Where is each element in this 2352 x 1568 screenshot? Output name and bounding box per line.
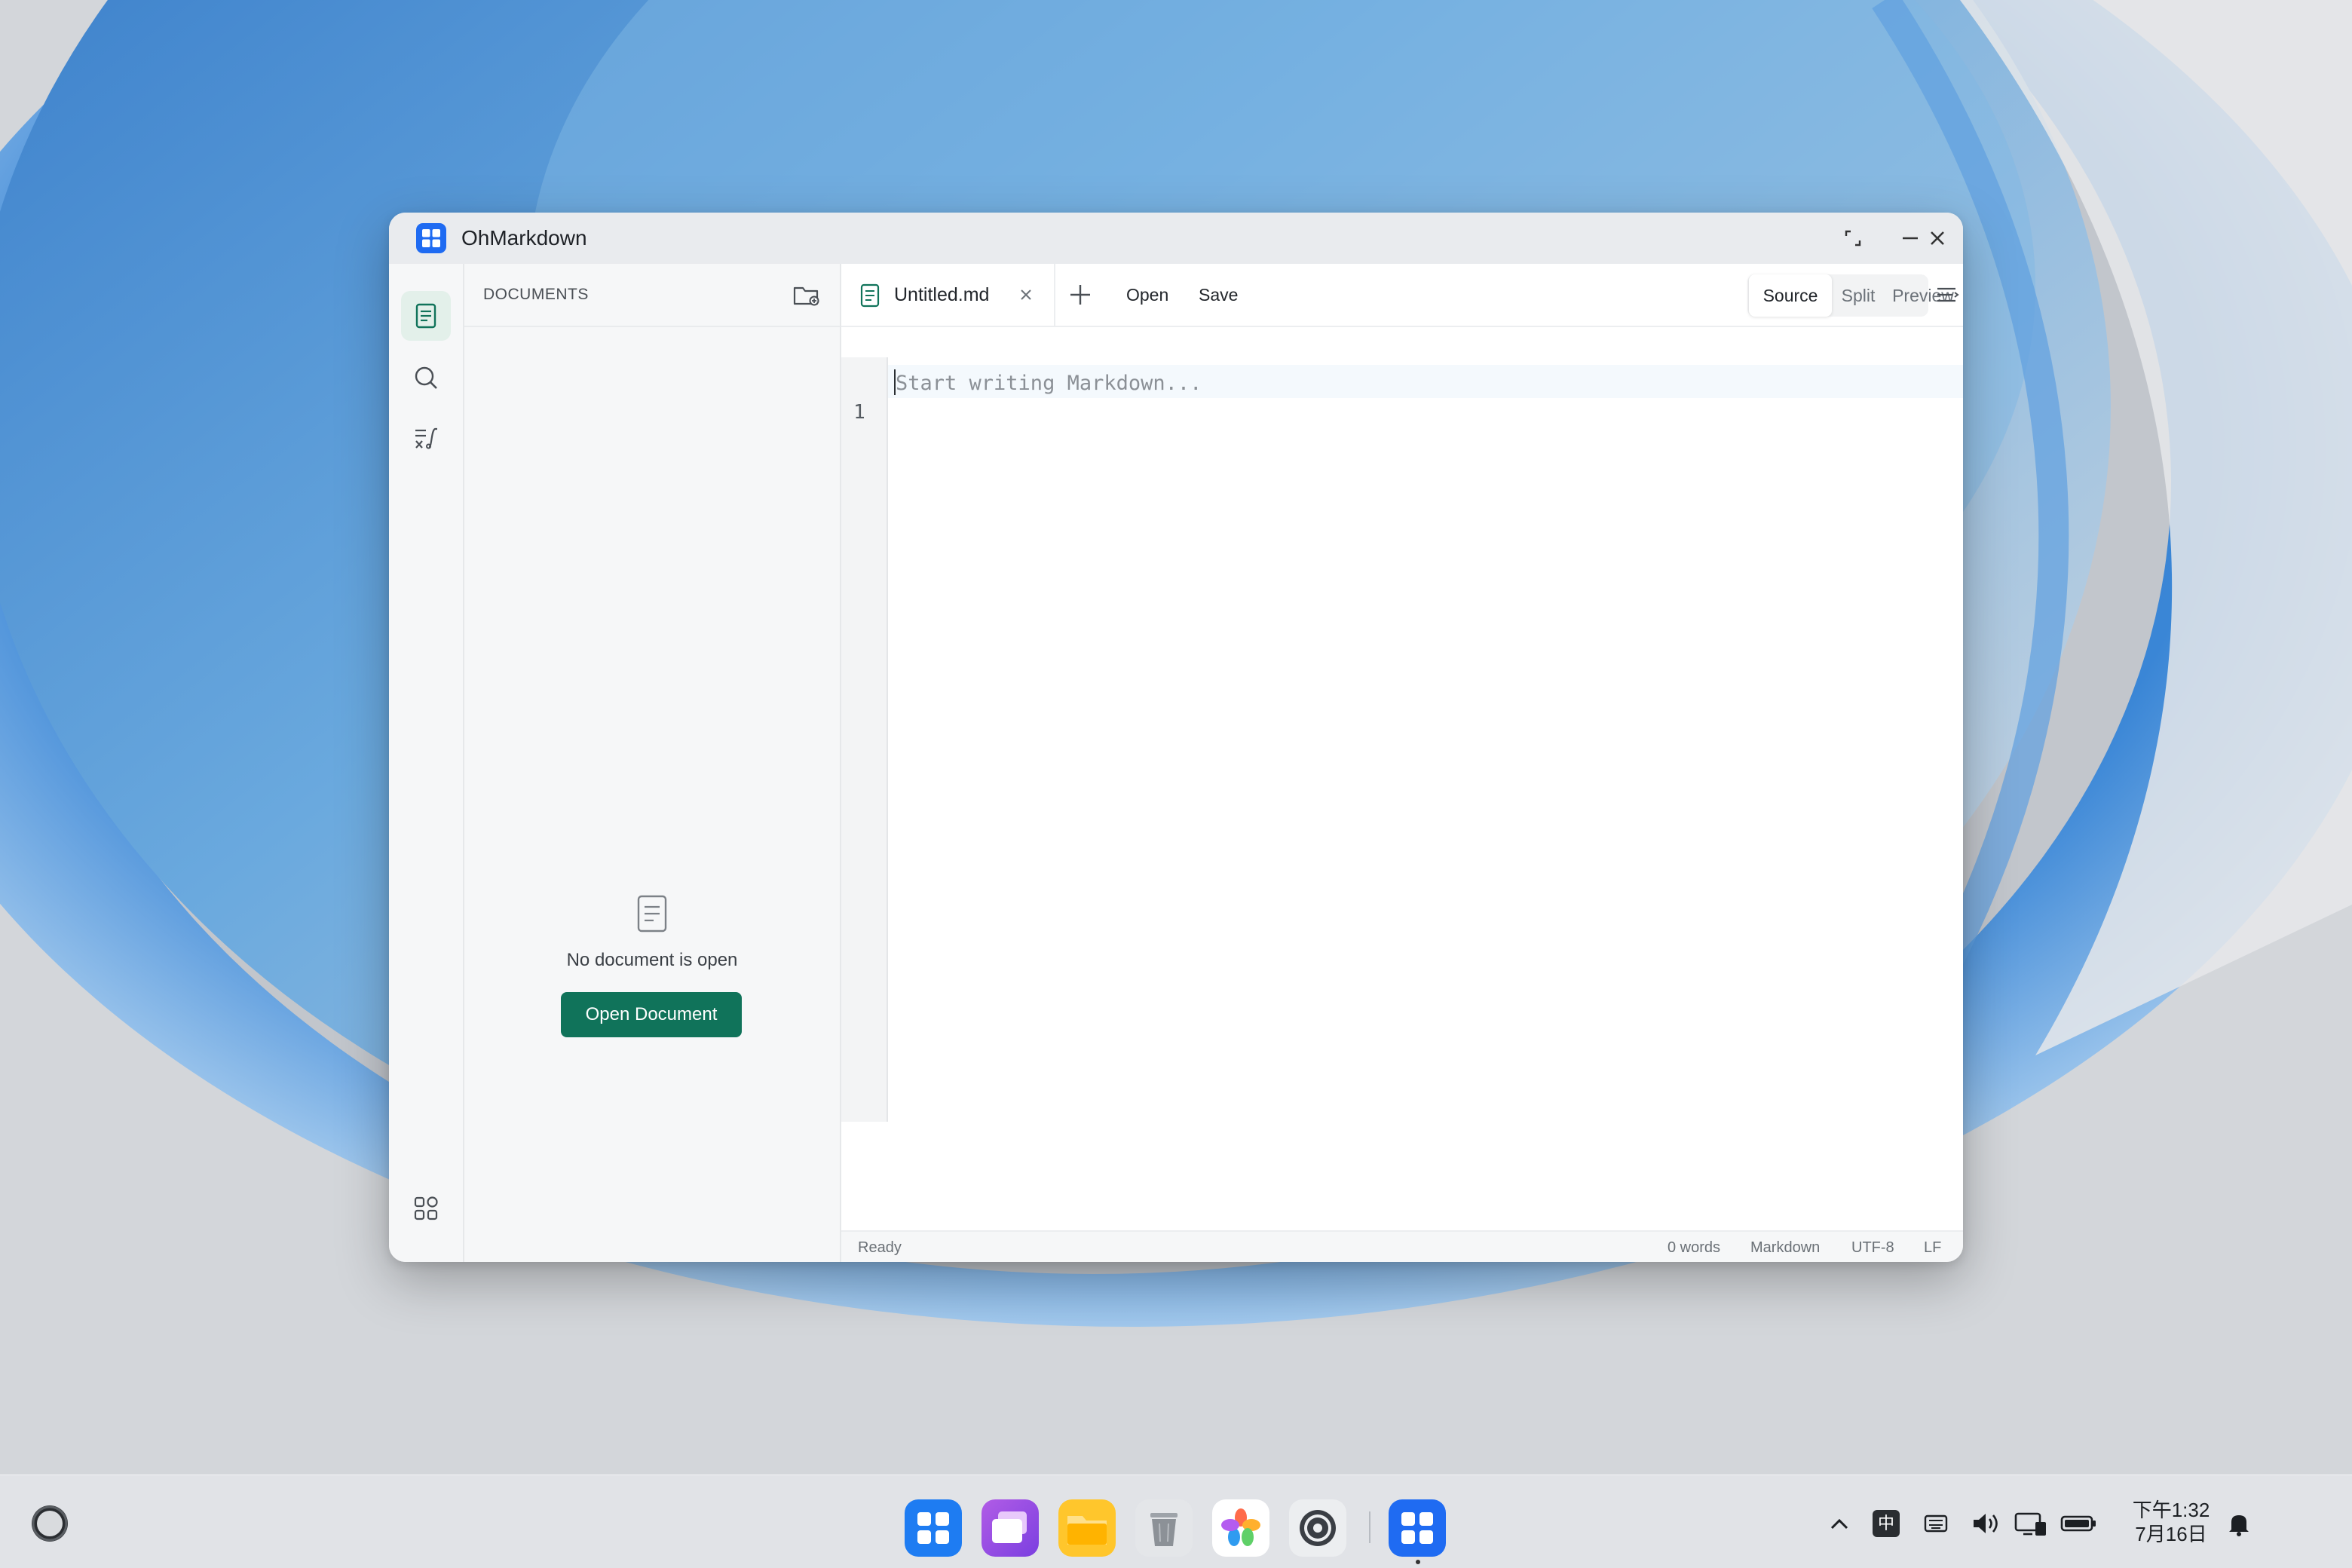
status-word-count: 0 words bbox=[1668, 1239, 1721, 1256]
line-number: 1 bbox=[853, 401, 865, 424]
clock-date: 7月16日 bbox=[2135, 1523, 2207, 1545]
apps-grid-icon bbox=[414, 1196, 438, 1220]
window-title: OhMarkdown bbox=[461, 226, 587, 250]
status-bar: Ready 0 words Markdown UTF-8 LF bbox=[841, 1230, 1963, 1262]
open-document-button[interactable]: Open Document bbox=[561, 992, 742, 1037]
dock-app-grid[interactable] bbox=[905, 1499, 962, 1557]
nav-math[interactable] bbox=[401, 413, 451, 463]
chevron-up-icon bbox=[1830, 1518, 1848, 1530]
display-network-icon bbox=[2014, 1512, 2046, 1536]
dock-trash[interactable] bbox=[1135, 1499, 1193, 1557]
status-line-ending[interactable]: LF bbox=[1924, 1239, 1941, 1256]
taskbar: 中 下午1:32 7月16日 bbox=[0, 1475, 2352, 1568]
activity-bar bbox=[389, 264, 464, 1262]
empty-document-icon bbox=[637, 895, 667, 933]
minimize-button[interactable] bbox=[1895, 223, 1925, 253]
markdown-file-icon bbox=[860, 283, 880, 308]
clock-time: 下午1:32 bbox=[2132, 1499, 2210, 1521]
keyboard-icon bbox=[1924, 1514, 1948, 1533]
tab-label: Untitled.md bbox=[894, 284, 990, 305]
multitask-icon bbox=[982, 1499, 1039, 1557]
ime-indicator[interactable]: 中 bbox=[1873, 1510, 1900, 1537]
close-button[interactable] bbox=[1922, 223, 1952, 253]
editor-placeholder: Start writing Markdown... bbox=[896, 372, 1202, 395]
tray-volume[interactable] bbox=[1971, 1508, 2004, 1539]
tab-untitled[interactable]: Untitled.md bbox=[841, 264, 1055, 326]
app-logo-icon bbox=[416, 223, 446, 253]
restore-icon bbox=[1845, 230, 1861, 247]
empty-state-text: No document is open bbox=[566, 950, 738, 970]
tray-expand[interactable] bbox=[1824, 1508, 1854, 1539]
dock-multitask[interactable] bbox=[982, 1499, 1039, 1557]
tray-notifications[interactable] bbox=[2224, 1508, 2254, 1539]
dock-ohmarkdown[interactable] bbox=[1389, 1499, 1446, 1557]
bell-icon bbox=[2229, 1515, 2249, 1536]
taskbar-clock[interactable]: 下午1:32 7月16日 bbox=[2118, 1498, 2224, 1546]
running-indicator bbox=[1416, 1560, 1420, 1564]
tray-battery[interactable] bbox=[2060, 1508, 2097, 1539]
documents-title: DOCUMENTS bbox=[483, 286, 589, 303]
nav-documents[interactable] bbox=[401, 291, 451, 341]
dock-separator bbox=[1369, 1511, 1370, 1543]
start-button-icon[interactable] bbox=[27, 1501, 72, 1546]
close-icon bbox=[1931, 231, 1944, 245]
minimize-icon bbox=[1903, 237, 1918, 240]
title-bar[interactable]: OhMarkdown bbox=[389, 213, 1963, 264]
app-window: OhMarkdown DOCUMENTS No document is open… bbox=[389, 213, 1963, 1262]
nav-search[interactable] bbox=[401, 353, 451, 403]
tray-display[interactable] bbox=[2013, 1508, 2049, 1539]
outline-menu-icon[interactable] bbox=[1934, 282, 1960, 308]
battery-icon bbox=[2060, 1515, 2096, 1532]
tray-keyboard[interactable] bbox=[1921, 1508, 1951, 1539]
line-gutter: 1 bbox=[841, 357, 888, 1122]
volume-icon bbox=[1974, 1514, 1998, 1533]
view-mode-group: Source Split Preview bbox=[1747, 274, 1954, 317]
markdown-editor[interactable]: 1 Start writing Markdown... bbox=[841, 327, 1963, 1230]
search-icon bbox=[415, 366, 437, 389]
restore-button[interactable] bbox=[1838, 223, 1868, 253]
tab-close-icon[interactable] bbox=[1016, 285, 1036, 305]
open-folder-icon[interactable] bbox=[792, 280, 822, 311]
mode-source[interactable]: Source bbox=[1749, 274, 1832, 317]
status-language[interactable]: Markdown bbox=[1750, 1239, 1820, 1256]
photos-icon bbox=[1212, 1499, 1269, 1557]
status-encoding[interactable]: UTF-8 bbox=[1851, 1239, 1894, 1256]
editor-toolbar: Untitled.md Open Save Source Split Previ… bbox=[841, 264, 1963, 327]
app-grid-icon bbox=[905, 1499, 962, 1557]
dock-settings[interactable] bbox=[1289, 1499, 1346, 1557]
new-tab-icon[interactable] bbox=[1066, 280, 1095, 309]
settings-icon bbox=[1289, 1499, 1346, 1557]
dock-files[interactable] bbox=[1058, 1499, 1116, 1557]
documents-header: DOCUMENTS bbox=[464, 264, 840, 327]
open-button[interactable]: Open bbox=[1126, 283, 1168, 306]
files-icon bbox=[1058, 1499, 1116, 1557]
math-formula-icon bbox=[415, 427, 437, 449]
document-icon bbox=[415, 303, 436, 329]
nav-apps[interactable] bbox=[401, 1184, 451, 1233]
documents-panel: DOCUMENTS No document is open Open Docum… bbox=[464, 264, 841, 1262]
save-button[interactable]: Save bbox=[1199, 283, 1238, 306]
mode-split[interactable]: Split bbox=[1832, 274, 1885, 317]
status-state: Ready bbox=[858, 1239, 902, 1256]
dock-photos[interactable] bbox=[1212, 1499, 1269, 1557]
ohmarkdown-icon bbox=[1389, 1499, 1446, 1557]
trash-icon bbox=[1135, 1499, 1193, 1557]
